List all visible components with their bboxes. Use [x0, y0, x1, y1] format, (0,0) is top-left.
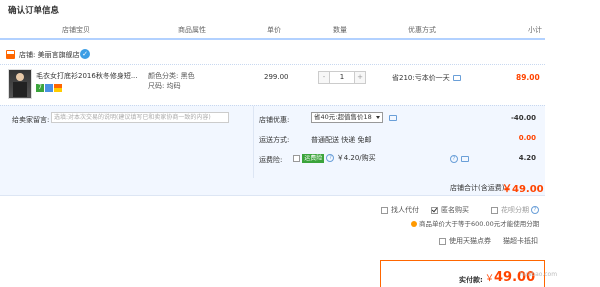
shop-icon — [6, 50, 15, 59]
tmall-points-option[interactable]: 使用天猫点券 — [439, 236, 491, 246]
tmall-points-checkbox[interactable] — [439, 237, 446, 245]
shop-discount-label: 店铺优惠: — [259, 116, 290, 124]
shop-discount-amount: -40.00 — [510, 114, 536, 122]
color-attribute: 颜色分类: 黑色 — [148, 72, 195, 80]
column-header-item: 店铺宝贝 — [62, 26, 90, 34]
info-icon — [411, 221, 417, 227]
service-badges: 7 — [36, 84, 63, 92]
item-discount: 省210:亏本价一天 — [392, 73, 461, 83]
verified-icon: ✓ — [80, 49, 90, 59]
order-item-row: 毛衣女打底衫2016秋冬修身短... 7 颜色分类: 黑色 尺码: 均码 299… — [0, 64, 545, 104]
payment-label: 实付款: — [459, 276, 483, 284]
help-icon[interactable]: ? — [531, 206, 539, 214]
column-header-attributes: 商品属性 — [178, 26, 206, 34]
product-name-link[interactable]: 毛衣女打底衫2016秋冬修身短... — [36, 71, 141, 81]
shipping-method: 普通配送 快递 免邮 — [311, 136, 372, 144]
unit-price: 299.00 — [264, 73, 289, 81]
anonymous-label: 匿名购买 — [441, 206, 469, 214]
insurance-price: ￥4.20/购买 — [336, 154, 376, 162]
column-header-quantity: 数量 — [333, 26, 347, 34]
insurance-checkbox[interactable] — [293, 154, 300, 162]
shop-discount-selected: 省40元:超值售价18 — [314, 113, 372, 121]
anonymous-checkbox[interactable] — [431, 206, 438, 214]
message-to-seller-input[interactable]: 选填:对本次交易的说明(建议填写已和卖家协商一致的内容) — [51, 112, 229, 123]
proxy-pay-option[interactable]: 找人代付 — [381, 205, 419, 215]
help-icon[interactable]: ? — [450, 155, 458, 163]
tmall-points-value[interactable]: 猫超卡抵扣 — [503, 236, 538, 246]
shop-name-link[interactable]: 店铺: 美丽言旗舰店 — [19, 50, 80, 60]
column-header-subtotal: 小计 — [528, 26, 542, 34]
anonymous-option[interactable]: 匿名购买 — [431, 205, 469, 215]
return-7day-badge[interactable]: 7 — [36, 84, 44, 92]
proxy-pay-checkbox[interactable] — [381, 206, 388, 214]
installment-note-text: 商品单价大于等于600.00元才能使用分期 — [419, 220, 540, 228]
quantity-decrease-button[interactable]: - — [318, 71, 330, 84]
service-badge-icon[interactable] — [45, 84, 53, 92]
dropdown-arrow-icon — [376, 116, 380, 119]
order-options-panel: 给卖家留言: 选填:对本次交易的说明(建议填写已和卖家协商一致的内容) 店铺优惠… — [0, 105, 545, 195]
item-subtotal: 89.00 — [516, 73, 540, 82]
shop-discount-select[interactable]: 省40元:超值售价18 — [311, 112, 383, 123]
divider — [0, 195, 545, 196]
proxy-pay-label: 找人代付 — [391, 206, 419, 214]
message-label: 给卖家留言: — [12, 116, 50, 124]
chat-icon[interactable] — [452, 75, 461, 81]
chat-icon[interactable] — [461, 156, 469, 162]
shop-bar: 店铺: 美丽言旗舰店 ✓ — [0, 48, 545, 62]
page-title: 确认订单信息 — [8, 6, 60, 16]
shop-total-label: 店铺合计(含运费) — [450, 184, 505, 192]
size-attribute: 尺码: 均码 — [148, 82, 181, 90]
shipping-label: 运送方式: — [259, 136, 290, 144]
column-header-discount: 优惠方式 — [408, 26, 436, 34]
column-header-price: 单价 — [267, 26, 281, 34]
item-discount-text: 省210:亏本价一天 — [392, 74, 450, 82]
product-thumbnail[interactable] — [8, 69, 32, 99]
installment-checkbox[interactable] — [491, 206, 498, 214]
tmall-points-label: 使用天猫点券 — [449, 237, 491, 245]
installment-option[interactable]: 花呗分期? — [491, 205, 539, 215]
shipping-amount: 0.00 — [518, 134, 536, 142]
quantity-increase-button[interactable]: + — [354, 71, 366, 84]
table-header: 店铺宝贝 商品属性 单价 数量 优惠方式 小计 — [0, 20, 545, 40]
installment-note: 商品单价大于等于600.00元才能使用分期 — [411, 218, 539, 228]
shop-total-amount: ￥49.00 — [502, 184, 544, 195]
installment-label: 花呗分期 — [501, 206, 529, 214]
quantity-input[interactable]: 1 — [330, 71, 354, 84]
quantity-stepper: - 1 + — [318, 71, 366, 84]
chat-icon[interactable] — [389, 115, 397, 121]
divider — [253, 106, 254, 178]
insurance-label: 运费险: — [259, 156, 283, 164]
insurance-tag: 运费险 — [302, 153, 325, 163]
credit-card-badge-icon[interactable] — [54, 84, 62, 92]
help-icon[interactable]: ? — [326, 154, 335, 162]
currency-symbol: ￥ — [485, 274, 495, 284]
insurance-amount: 4.20 — [518, 154, 536, 162]
insurance-option: 运费险 ? ￥4.20/购买 — [293, 153, 376, 163]
watermark: huabao.com — [520, 271, 558, 278]
